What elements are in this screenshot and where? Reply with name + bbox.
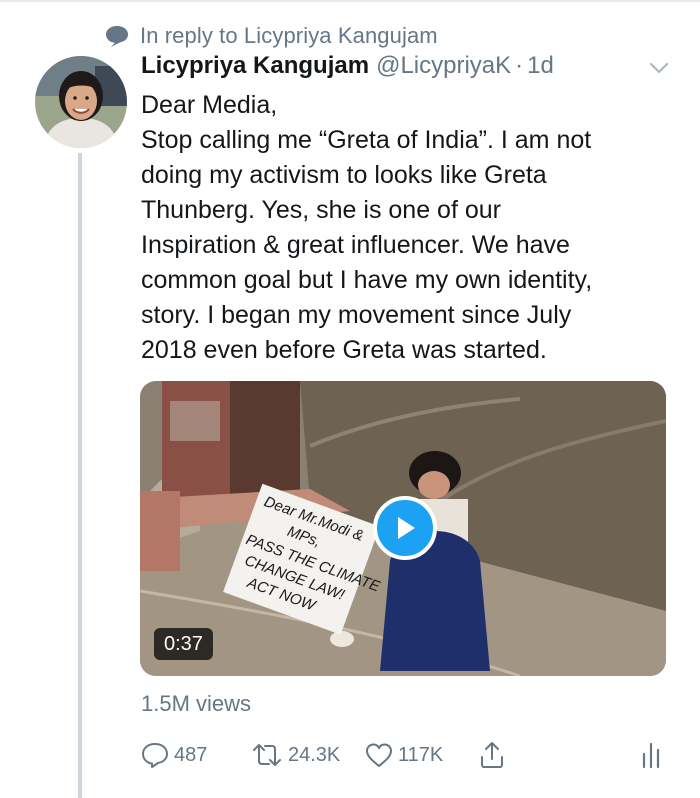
heart-icon — [366, 743, 392, 767]
analytics-icon — [642, 742, 660, 769]
tweet-text-line: Stop calling me “Greta of India”. I am n… — [141, 126, 592, 154]
reply-icon — [142, 743, 168, 768]
chevron-down-icon[interactable] — [648, 60, 670, 76]
retweet-button[interactable]: 24.3K — [250, 735, 340, 775]
play-icon — [398, 517, 415, 539]
like-button[interactable]: 117K — [364, 735, 443, 775]
tweet-text-line: Dear Media, — [141, 91, 278, 119]
tweet-text-line: doing my activism to looks like Greta — [141, 161, 547, 189]
video-duration-badge: 0:37 — [154, 628, 213, 660]
tweet-text-line: Thunberg. Yes, she is one of our — [141, 196, 501, 224]
analytics-button[interactable] — [638, 735, 668, 775]
reply-count: 487 — [174, 743, 208, 766]
top-divider — [0, 0, 700, 2]
tweet-text-line: common goal but I have my own identity, — [141, 266, 593, 294]
author-name[interactable]: Licypriya Kangujam — [141, 52, 369, 80]
tweet-timestamp[interactable]: 1d — [527, 52, 554, 80]
play-button[interactable] — [373, 496, 437, 560]
share-button[interactable] — [477, 735, 511, 775]
share-icon — [481, 742, 503, 768]
reply-context-label: In reply to Licypriya Kangujam — [140, 23, 438, 48]
reply-button[interactable]: 487 — [140, 735, 207, 775]
author-handle[interactable]: @LicypriyaK — [376, 52, 511, 80]
tweet-text-line: story. I began my movement since July — [141, 301, 572, 329]
tweet-header: Licypriya Kangujam @LicypriyaK · 1d — [141, 52, 661, 86]
separator-dot: · — [515, 52, 524, 79]
retweet-icon — [253, 744, 281, 766]
tweet-text-line: Inspiration & great influencer. We have — [141, 231, 570, 259]
avatar[interactable] — [35, 56, 127, 148]
tweet-text-line: 2018 even before Greta was started. — [141, 336, 547, 364]
speech-bubble-icon — [106, 26, 128, 47]
view-count: 1.5M views — [141, 691, 252, 716]
tweet-text: Dear Media, Stop calling me “Greta of In… — [141, 88, 661, 368]
reply-context[interactable]: In reply to Licypriya Kangujam — [104, 22, 438, 50]
action-bar: 487 24.3K 117K — [0, 735, 700, 775]
retweet-count: 24.3K — [288, 743, 341, 766]
thread-line — [78, 153, 82, 798]
like-count: 117K — [398, 743, 444, 766]
